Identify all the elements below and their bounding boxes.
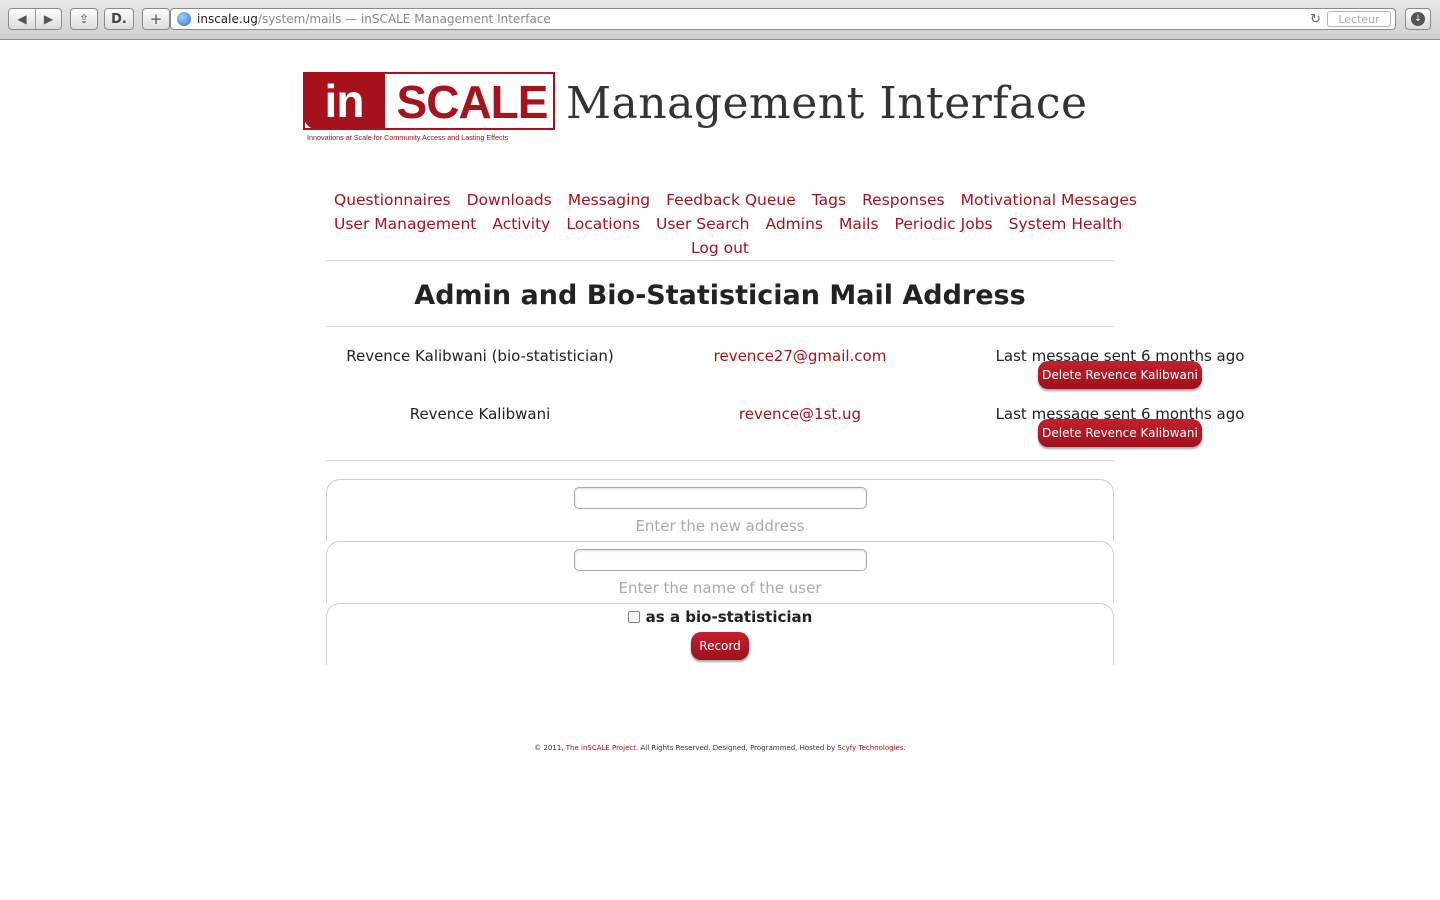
nav-questionnaires[interactable]: Questionnaires (334, 191, 451, 209)
mail-email-link[interactable]: revence27@gmail.com (660, 347, 940, 365)
new-address-hint: Enter the new address (635, 517, 805, 535)
inscale-logo[interactable]: in SCALE (303, 72, 555, 130)
title-divider (326, 326, 1114, 327)
logo-in-text: in (303, 72, 385, 130)
nav-feedback-queue[interactable]: Feedback Queue (666, 191, 796, 209)
url-path: /system/mails (257, 12, 342, 26)
main-nav: Questionnaires Downloads Messaging Feedback… (326, 188, 1137, 260)
share-button[interactable]: ⇪ (70, 8, 98, 30)
nav-activity[interactable]: Activity (492, 215, 550, 233)
mail-row: Revence Kalibwani (bio-statistician) rev… (0, 345, 1440, 405)
footer-company-link[interactable]: Scyfy Technologies (837, 744, 903, 752)
back-button[interactable]: ◀ (9, 9, 35, 29)
nav-tags[interactable]: Tags (812, 191, 846, 209)
mail-user-name: Revence Kalibwani (bio-statistician) (346, 347, 614, 365)
readlater-icon: D. (111, 11, 127, 27)
name-form-block: Enter the name of the user (326, 541, 1114, 603)
plus-icon: + (149, 10, 163, 28)
download-icon: ↓ (1411, 12, 1425, 26)
site-header: in SCALE Innovations at Scale for Commun… (303, 72, 1087, 147)
footer-suffix: . (903, 744, 906, 752)
bio-statistician-option: as a bio-statistician (327, 608, 1113, 626)
share-icon: ⇪ (78, 12, 90, 26)
url-host: inscale.ug (197, 12, 258, 26)
footer-project-link[interactable]: The inSCALE Project (566, 744, 636, 752)
logo-scale-text: SCALE (396, 76, 549, 128)
list-divider (326, 460, 1114, 461)
footer-rights-text: . All Rights Reserved. Designed, Program… (636, 744, 836, 752)
forward-button[interactable]: ▶ (34, 9, 61, 29)
new-tab-button[interactable]: + (142, 8, 170, 30)
delete-mail-button[interactable]: Delete Revence Kalibwani (1038, 361, 1202, 389)
mail-user-name: Revence Kalibwani (409, 405, 551, 423)
record-button[interactable]: Record (691, 632, 749, 660)
readlater-button[interactable]: D. (104, 8, 134, 30)
nav-responses[interactable]: Responses (862, 191, 945, 209)
address-bar-text: inscale.ug/system/mails — inSCALE Manage… (197, 12, 551, 26)
bio-statistician-checkbox[interactable] (627, 611, 640, 623)
address-bar[interactable]: inscale.ug/system/mails — inSCALE Manage… (170, 8, 1396, 30)
bio-statistician-label[interactable]: as a bio-statistician (646, 608, 813, 626)
reader-button[interactable]: Lecteur (1327, 11, 1391, 27)
user-name-input[interactable] (574, 549, 867, 571)
reload-icon[interactable]: ↻ (1310, 12, 1321, 27)
page-footer: © 2011, The inSCALE Project. All Rights … (0, 744, 1440, 752)
nav-locations[interactable]: Locations (566, 215, 640, 233)
page-tab-title: — inSCALE Management Interface (341, 12, 551, 26)
nav-periodic-jobs[interactable]: Periodic Jobs (895, 215, 993, 233)
nav-log-out[interactable]: Log out (691, 239, 749, 257)
nav-admins[interactable]: Admins (766, 215, 823, 233)
new-address-input[interactable] (574, 487, 867, 509)
footer-copyright: © 2011, (534, 744, 564, 752)
delete-mail-button[interactable]: Delete Revence Kalibwani (1038, 419, 1202, 447)
nav-user-management[interactable]: User Management (334, 215, 476, 233)
browser-toolbar: ◀ ▶ ⇪ D. + inscale.ug/system/mails — inS… (0, 0, 1440, 40)
logo-tagline: Innovations at Scale for Community Acces… (307, 133, 509, 142)
history-nav-buttons: ◀ ▶ (8, 8, 62, 30)
nav-motivational-messages[interactable]: Motivational Messages (961, 191, 1137, 209)
nav-mails[interactable]: Mails (839, 215, 879, 233)
globe-icon (177, 12, 191, 26)
mail-row: Revence Kalibwani revence@1st.ug Last me… (0, 403, 1440, 463)
submit-form-block: as a bio-statistician Record (326, 603, 1114, 665)
page-title: Admin and Bio-Statistician Mail Address (414, 280, 1026, 311)
address-form-block: Enter the new address (326, 479, 1114, 541)
nav-downloads[interactable]: Downloads (467, 191, 552, 209)
user-name-hint: Enter the name of the user (618, 579, 822, 597)
nav-divider (326, 260, 1114, 261)
nav-system-health[interactable]: System Health (1009, 215, 1123, 233)
nav-user-search[interactable]: User Search (656, 215, 750, 233)
downloads-button[interactable]: ↓ (1405, 8, 1431, 30)
mail-email-link[interactable]: revence@1st.ug (660, 405, 940, 423)
site-title: Management Interface (566, 78, 1088, 129)
nav-messaging[interactable]: Messaging (568, 191, 650, 209)
